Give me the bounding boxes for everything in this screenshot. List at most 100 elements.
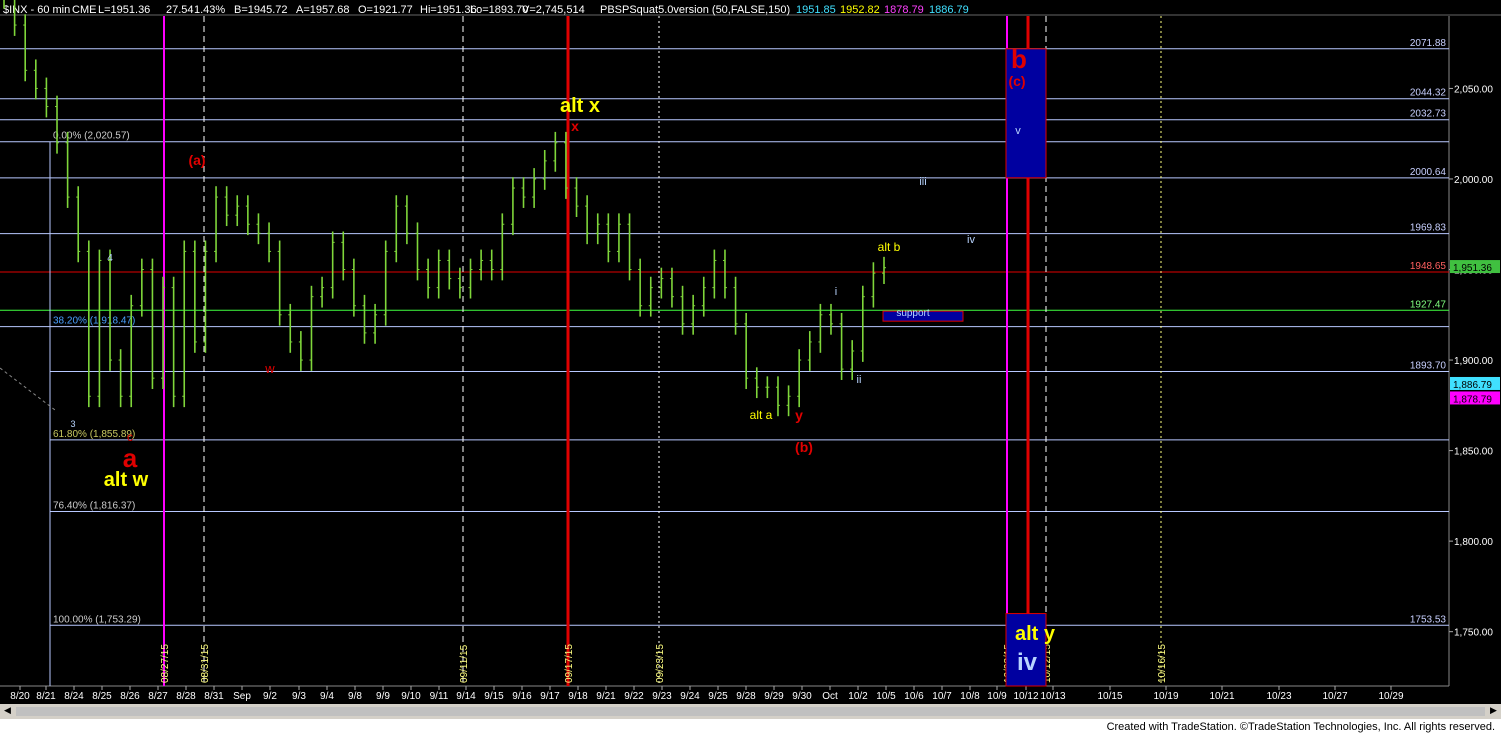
wave-label: b [1011, 44, 1027, 74]
x-tick-label: 9/25 [708, 691, 728, 702]
scroll-right-arrow-icon[interactable]: ▶ [1488, 706, 1499, 717]
wave-label: y [795, 407, 803, 423]
vertical-date-label: 09/11/15 [459, 644, 470, 683]
x-tick-label: 10/9 [987, 691, 1007, 702]
header-field: Hi=1951.36 [420, 4, 477, 16]
x-tick-label: 9/23 [652, 691, 672, 702]
wave-label: iv [967, 234, 975, 246]
wave-label: 3 [70, 419, 75, 429]
x-tick-label: 10/27 [1322, 691, 1347, 702]
x-tick-label: 9/8 [348, 691, 362, 702]
header-field: Lo=1893.70 [470, 4, 528, 16]
header-field: 1951.85 [796, 4, 836, 16]
x-tick-label: 9/29 [764, 691, 784, 702]
x-tick-label: 8/27 [148, 691, 168, 702]
header-field: 1.43% [194, 4, 225, 16]
x-tick-label: Sep [233, 691, 251, 702]
scroll-track[interactable] [16, 707, 1485, 716]
header-field: CME [72, 4, 96, 16]
level-label: 1893.70 [1410, 360, 1447, 371]
wave-label: 4 [107, 253, 113, 264]
x-tick-label: 9/11 [430, 691, 449, 702]
x-tick-label: 10/8 [960, 691, 980, 702]
header-field: O=1921.77 [358, 4, 413, 16]
x-tick-label: 9/3 [292, 691, 306, 702]
level-label: 2071.88 [1410, 38, 1447, 49]
scroll-left-arrow-icon[interactable]: ◀ [2, 706, 13, 717]
chart-header: $INX - 60 min CME L=1951.36 27.54 1.43% B=194… [3, 4, 969, 16]
level-label: 1969.83 [1410, 223, 1447, 234]
x-tick-label: 9/16 [512, 691, 532, 702]
vertical-date-label: 09/17/15 [564, 644, 575, 683]
fib-label: 100.00% (1,753.29) [53, 615, 141, 626]
level-label: 1753.53 [1410, 614, 1447, 625]
x-tick-label: 10/19 [1153, 691, 1178, 702]
level-label: 1948.65 [1410, 261, 1447, 272]
wave-label: v [1015, 125, 1021, 137]
level-label: 2044.32 [1410, 88, 1447, 99]
y-tick-label: 2,000.00 [1454, 175, 1493, 186]
x-tick-label: 10/6 [904, 691, 924, 702]
x-tick-label: 9/10 [401, 691, 421, 702]
wave-label: c [127, 430, 133, 444]
level-label: 2000.64 [1410, 167, 1447, 178]
wave-label: alt b [878, 240, 901, 254]
y-tick-label: 2,050.00 [1454, 84, 1493, 95]
x-tick-label: 9/14 [456, 691, 476, 702]
wave-label: iv [1017, 649, 1038, 676]
x-tick-label: 10/29 [1378, 691, 1403, 702]
x-tick-label: 9/17 [540, 691, 560, 702]
vertical-date-label: 08/31/15 [200, 644, 211, 683]
level-label: 2032.73 [1410, 109, 1447, 120]
header-field: B=1945.72 [234, 4, 288, 16]
x-tick-label: 8/25 [92, 691, 112, 702]
x-tick-label: 8/28 [176, 691, 196, 702]
wave-label: x [571, 118, 579, 134]
x-tick-label: Oct [822, 691, 838, 702]
x-tick-label: 9/21 [596, 691, 616, 702]
x-tick-label: 10/13 [1040, 691, 1065, 702]
x-tick-label: 9/30 [792, 691, 812, 702]
header-field: L=1951.36 [98, 4, 150, 16]
price-chart[interactable]: $INX - 60 min CME L=1951.36 27.54 1.43% B=194… [0, 0, 1501, 704]
x-tick-label: 9/18 [568, 691, 588, 702]
header-field: 1952.82 [840, 4, 880, 16]
x-tick-label: 10/23 [1266, 691, 1291, 702]
header-field: $INX - 60 min [3, 4, 70, 16]
header-field: 27.54 [166, 4, 194, 16]
fib-label: 0.00% (2,020.57) [53, 131, 130, 142]
wave-label: w [264, 361, 275, 376]
horizontal-scrollbar[interactable]: ◀ ▶ [0, 704, 1501, 719]
wave-label: alt w [104, 469, 149, 491]
chart-background [0, 0, 1501, 704]
wave-label: (c) [1008, 73, 1025, 89]
x-tick-label: 9/2 [263, 691, 277, 702]
x-tick-label: 10/12 [1013, 691, 1038, 702]
x-tick-label: 9/24 [680, 691, 700, 702]
x-tick-label: 10/7 [932, 691, 952, 702]
x-tick-label: 10/5 [876, 691, 896, 702]
fib-label: 76.40% (1,816.37) [53, 500, 135, 511]
wave-label: (b) [795, 439, 813, 455]
x-tick-label: 10/2 [848, 691, 868, 702]
x-tick-label: 9/4 [320, 691, 334, 702]
x-tick-label: 9/15 [484, 691, 504, 702]
wave-label: (a) [188, 152, 205, 168]
y-tick-label: 1,900.00 [1454, 356, 1493, 367]
wave-label: i [835, 286, 837, 298]
price-tag-label: 1,886.79 [1453, 380, 1492, 391]
price-tag-label: 1,951.36 [1453, 263, 1492, 274]
header-field: 1886.79 [929, 4, 969, 16]
x-tick-label: 8/24 [64, 691, 84, 702]
x-tick-label: 8/31 [204, 691, 224, 702]
fib-label: 61.80% (1,855.89) [53, 429, 135, 440]
header-field: PBSPSquat5.0version (50,FALSE,150) [600, 4, 790, 16]
wave-label: alt y [1015, 623, 1056, 645]
y-tick-label: 1,800.00 [1454, 537, 1493, 548]
y-tick-label: 1,750.00 [1454, 628, 1493, 639]
header-field: V=2,745,514 [522, 4, 585, 16]
x-tick-label: 10/15 [1097, 691, 1122, 702]
copyright-footer: Created with TradeStation. ©TradeStation… [0, 719, 1501, 736]
header-field: 1878.79 [884, 4, 924, 16]
vertical-date-label: 09/23/15 [655, 644, 666, 683]
